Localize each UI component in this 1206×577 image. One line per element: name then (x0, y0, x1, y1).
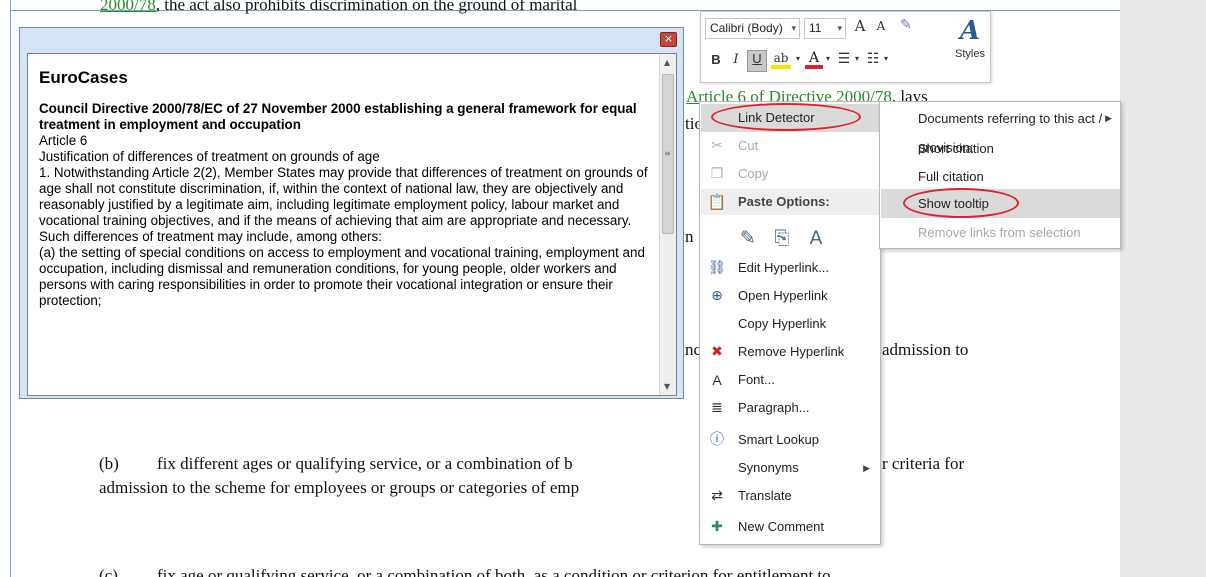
numbering-icon[interactable]: ☷ (864, 51, 882, 67)
close-button[interactable]: × (660, 32, 677, 47)
para-c-label: (c) (99, 566, 118, 577)
paragraph-icon: ≣ (711, 400, 723, 416)
remove-link-icon: ✖ (711, 344, 723, 360)
link-detector-submenu: Documents referring to this act / provis… (879, 101, 1121, 249)
tooltip-content: EuroCases Council Directive 2000/78/EC o… (39, 68, 654, 309)
smart-lookup-icon: ⓘ (710, 432, 724, 448)
scrollbar-thumb[interactable]: ≡ (662, 74, 674, 234)
font-size-combo[interactable]: 11 ▾ (804, 18, 846, 39)
menu-item-smart-lookup[interactable]: ⓘ Smart Lookup (701, 426, 880, 454)
menu-item-translate[interactable]: ⇄ Translate (701, 482, 880, 510)
directive-heading: Council Directive 2000/78/EC of 27 Novem… (39, 101, 637, 132)
paste-text-only-icon[interactable]: A (804, 226, 828, 250)
submenu-arrow-icon: ▶ (1105, 113, 1112, 123)
translate-icon: ⇄ (711, 488, 723, 504)
doc-fragment-admission: admission to (882, 340, 969, 359)
paste-keep-formatting-icon[interactable]: ✎ (736, 226, 760, 250)
chevron-down-icon[interactable]: ▾ (824, 54, 832, 63)
para-b-line1: fix different ages or qualifying service… (157, 454, 573, 473)
scroll-down-arrow[interactable]: ▼ (664, 382, 670, 391)
submenu-item-show-tooltip[interactable]: Show tooltip (881, 189, 1120, 218)
font-color-button[interactable]: A (805, 51, 823, 69)
menu-item-font[interactable]: A Font... (701, 366, 880, 394)
chevron-down-icon[interactable]: ▾ (794, 54, 802, 63)
article-subheading: Justification of differences of treatmen… (39, 149, 380, 164)
context-menu: Link Detector ✂ Cut ❐ Copy 📋 Paste Optio… (699, 101, 881, 545)
styles-label: Styles (955, 48, 985, 60)
scrollbar-grip-icon: ≡ (664, 149, 671, 158)
styles-button[interactable]: A Styles (951, 16, 989, 60)
bullets-icon[interactable]: ☰ (835, 51, 853, 67)
paste-options-header: 📋 Paste Options: (701, 189, 880, 215)
article-paragraph-1: 1. Notwithstanding Article 2(2), Member … (39, 165, 648, 228)
para-b-line1-end: r criteria for (882, 454, 965, 473)
grow-font-button[interactable]: A (851, 17, 869, 35)
highlight-button[interactable]: ab (771, 51, 791, 69)
menu-item-link-detector[interactable]: Link Detector (701, 104, 880, 132)
font-icon: A (712, 372, 722, 388)
paste-merge-formatting-icon[interactable]: ⎘ (770, 226, 794, 250)
underline-button[interactable]: U (747, 50, 767, 72)
submenu-item-remove-links[interactable]: Remove links from selection (881, 218, 1120, 247)
doc-line-top: 2000/78, the act also prohibits discrimi… (100, 0, 577, 16)
chevron-down-icon: ▾ (837, 23, 842, 33)
submenu-item-full-citation[interactable]: Full citation (881, 162, 1120, 191)
tooltip-title: EuroCases (39, 68, 128, 87)
menu-item-open-hyperlink[interactable]: ⊕ Open Hyperlink (701, 282, 880, 310)
eurocases-tooltip-window: × EuroCases Council Directive 2000/78/EC… (19, 27, 684, 399)
comment-icon: ✚ (711, 519, 723, 535)
chevron-down-icon[interactable]: ▾ (882, 54, 890, 63)
para-b-label: (b) (99, 454, 119, 473)
open-link-icon: ⊕ (711, 288, 723, 304)
tooltip-scrollbar[interactable]: ▲ ≡ ▼ (659, 54, 676, 395)
format-painter-icon[interactable]: ✎ (895, 17, 917, 33)
scroll-up-arrow[interactable]: ▲ (664, 58, 670, 67)
menu-item-copy-hyperlink[interactable]: Copy Hyperlink (701, 310, 880, 338)
menu-item-paragraph[interactable]: ≣ Paragraph... (701, 394, 880, 422)
bold-button[interactable]: B (707, 52, 725, 67)
doc-link-2000-78[interactable]: 2000/78 (100, 0, 156, 14)
menu-item-remove-hyperlink[interactable]: ✖ Remove Hyperlink (701, 338, 880, 366)
menu-item-edit-hyperlink[interactable]: ⛓ Edit Hyperlink... (701, 254, 880, 282)
document-side-margin (1120, 0, 1206, 577)
submenu-item-short-citation[interactable]: Short citation (881, 134, 1120, 163)
page-border-left (10, 0, 11, 577)
clipboard-icon: 📋 (707, 193, 727, 211)
font-name-combo[interactable]: Calibri (Body) ▾ (705, 18, 800, 39)
para-c-line1: fix age or qualifying service, or a comb… (157, 566, 831, 577)
chevron-down-icon[interactable]: ▾ (853, 54, 861, 63)
para-b-line2: admission to the scheme for employees or… (99, 478, 580, 497)
styles-icon: A (959, 16, 981, 46)
submenu-item-documents-referring[interactable]: Documents referring to this act / provis… (881, 104, 1120, 155)
scissors-icon: ✂ (711, 138, 723, 154)
article-paragraph-3: (a) the setting of special conditions on… (39, 245, 645, 308)
edit-link-icon: ⛓ (708, 260, 726, 276)
menu-item-copy[interactable]: ❐ Copy (701, 160, 880, 188)
menu-item-synonyms[interactable]: Synonyms ▶ (701, 454, 880, 482)
article-label: Article 6 (39, 133, 88, 148)
paste-options-buttons: ✎ ⎘ A (736, 224, 856, 252)
doc-fragment-n: n (685, 227, 694, 246)
menu-item-cut[interactable]: ✂ Cut (701, 132, 880, 160)
italic-button[interactable]: I (727, 52, 745, 67)
copy-icon: ❐ (710, 166, 724, 182)
article-paragraph-2: Such differences of treatment may includ… (39, 229, 382, 244)
shrink-font-button[interactable]: A (873, 19, 889, 33)
menu-item-new-comment[interactable]: ✚ New Comment (701, 513, 880, 541)
submenu-arrow-icon: ▶ (863, 463, 870, 473)
tooltip-content-pane: EuroCases Council Directive 2000/78/EC o… (27, 53, 677, 396)
mini-toolbar: Calibri (Body) ▾ 11 ▾ A A ✎ B I U ab ▾ A ▾… (700, 11, 991, 83)
chevron-down-icon: ▾ (791, 23, 796, 33)
